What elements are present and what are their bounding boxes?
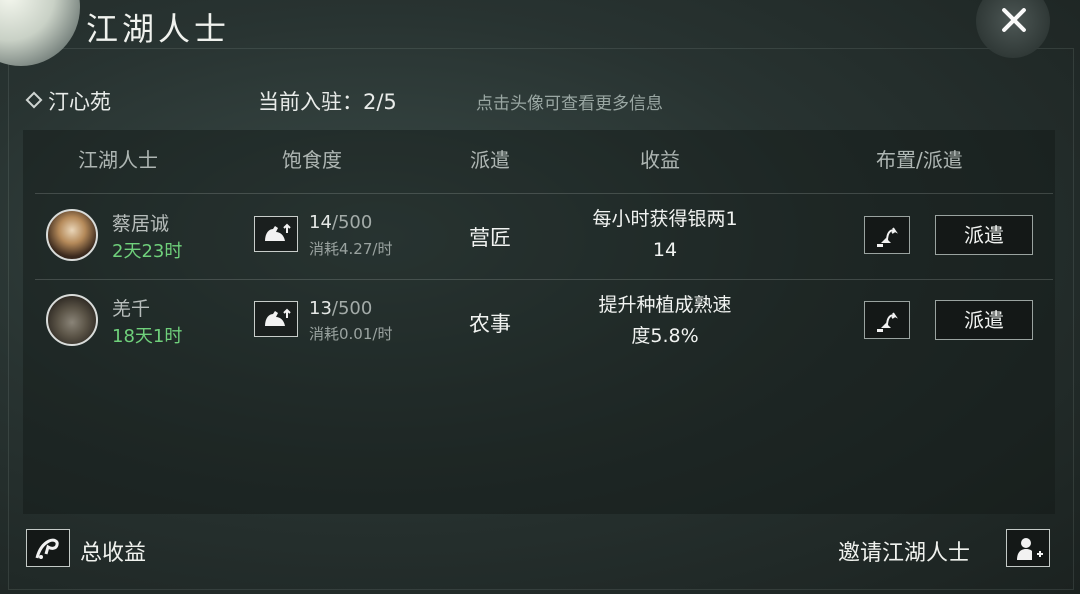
consumption-rate: 消耗4.27/时 bbox=[309, 240, 393, 258]
satiety-current: 14 bbox=[309, 212, 332, 233]
income-line-2: 度5.8% bbox=[631, 325, 699, 347]
column-header-income: 收益 bbox=[640, 148, 680, 172]
total-income-label[interactable]: 总收益 bbox=[80, 535, 146, 567]
column-header-person: 江湖人士 bbox=[78, 148, 158, 172]
invite-button[interactable] bbox=[1006, 529, 1050, 567]
close-icon[interactable] bbox=[998, 4, 1030, 36]
hint-text: 点击头像可查看更多信息 bbox=[476, 94, 663, 114]
header-divider bbox=[35, 193, 1053, 194]
stamina-icon[interactable] bbox=[254, 301, 298, 337]
column-header-dispatch: 派遣 bbox=[470, 148, 510, 172]
column-header-satiety: 饱食度 bbox=[282, 148, 342, 172]
row-divider bbox=[35, 279, 1053, 280]
placement-button[interactable] bbox=[864, 301, 910, 339]
dialog-title: 江湖人士 bbox=[86, 10, 231, 48]
resident-time: 18天1时 bbox=[112, 326, 183, 347]
placement-icon bbox=[877, 227, 898, 247]
consumption-rate: 消耗0.01/时 bbox=[309, 325, 393, 343]
column-header-actions: 布置/派遣 bbox=[876, 148, 963, 172]
placement-icon bbox=[877, 312, 898, 332]
invite-label[interactable]: 邀请江湖人士 bbox=[838, 535, 970, 567]
occupancy-count: 当前入驻：2/5 bbox=[258, 90, 397, 114]
total-income-button[interactable] bbox=[26, 529, 70, 567]
avatar[interactable] bbox=[46, 209, 98, 261]
satiety-value: 14/500 bbox=[309, 212, 372, 233]
income-text: 每小时获得银两1 14 bbox=[570, 204, 760, 266]
satiety-current: 13 bbox=[309, 298, 332, 319]
dispatch-button[interactable]: 派遣 bbox=[935, 300, 1033, 340]
add-user-icon bbox=[1017, 538, 1043, 560]
satiety-max: /500 bbox=[331, 212, 373, 233]
location-name: 汀心苑 bbox=[48, 90, 111, 114]
dispatch-job: 农事 bbox=[469, 312, 511, 336]
stamina-icon[interactable] bbox=[254, 216, 298, 252]
income-icon bbox=[35, 538, 59, 559]
satiety-max: /500 bbox=[331, 298, 373, 319]
dispatch-button[interactable]: 派遣 bbox=[935, 215, 1033, 255]
dispatch-job: 营匠 bbox=[469, 226, 511, 250]
income-line-2: 14 bbox=[652, 239, 678, 261]
avatar[interactable] bbox=[46, 294, 98, 346]
income-line-1: 每小时获得银两1 bbox=[592, 208, 738, 230]
resident-time: 2天23时 bbox=[112, 241, 183, 262]
resident-name: 蔡居诚 bbox=[112, 213, 170, 235]
satiety-value: 13/500 bbox=[309, 298, 372, 319]
income-text: 提升种植成熟速 度5.8% bbox=[570, 290, 760, 352]
income-line-1: 提升种植成熟速 bbox=[598, 294, 732, 316]
resident-name: 羌千 bbox=[112, 298, 151, 320]
placement-button[interactable] bbox=[864, 216, 910, 254]
